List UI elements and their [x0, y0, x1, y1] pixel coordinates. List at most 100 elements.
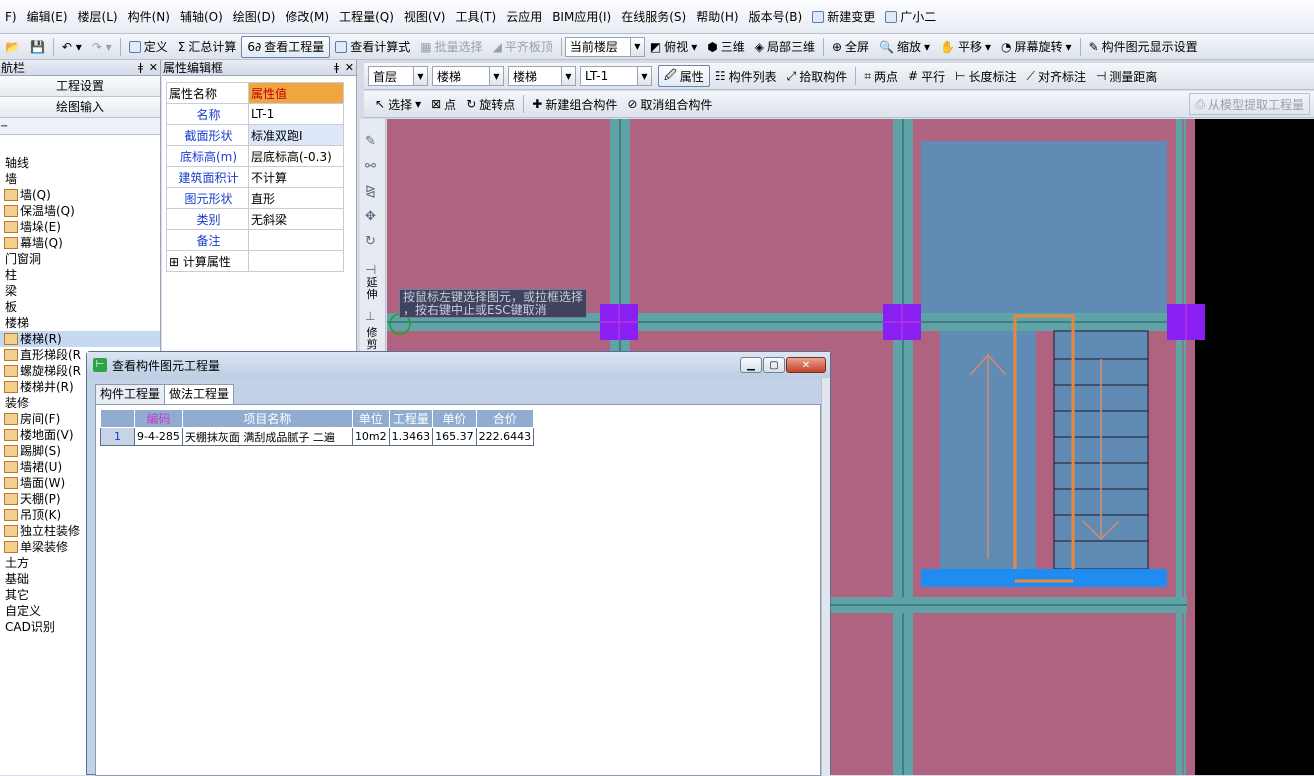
menu-item[interactable]: 广小二 [880, 0, 941, 34]
batch-select-button[interactable]: ▦ 批量选择 [415, 36, 487, 58]
column-header[interactable]: 编码 [134, 409, 183, 428]
property-row[interactable]: 名称 LT-1 [166, 103, 344, 125]
column-header[interactable]: 项目名称 [181, 409, 353, 428]
column-header[interactable]: 单位 [351, 409, 390, 428]
menu-item[interactable]: 新建变更 [807, 0, 880, 34]
dialog-scrollbar[interactable] [821, 378, 830, 776]
menu-item[interactable]: 帮助(H) [691, 0, 743, 34]
dialog-tab[interactable]: 做法工程量 [164, 384, 235, 405]
tree-item[interactable]: 门窗洞 [0, 251, 160, 267]
brush-icon[interactable]: ✎ [365, 129, 376, 154]
drawing-input-button[interactable]: 绘图输入 [0, 97, 160, 118]
property-row[interactable]: 建筑面积计 不计算 [166, 166, 344, 188]
menu-item[interactable]: 编辑(E) [22, 0, 73, 34]
pin-icon[interactable]: ǂ [138, 60, 143, 75]
three-d-button[interactable]: ⬢ 三维 [702, 36, 750, 58]
component-dropdown[interactable]: LT-1 ▼ [580, 66, 652, 86]
close-button[interactable]: ✕ [786, 357, 826, 373]
fullscreen-button[interactable]: ⊕ 全屏 [827, 36, 874, 58]
property-button[interactable]: 🖉 属性 [658, 65, 710, 87]
tree-item[interactable]: 墙垛(E) [0, 219, 160, 235]
extend-label[interactable]: 延伸 [365, 277, 379, 301]
expand-icon[interactable]: ⊞ [169, 255, 183, 269]
mirror-icon[interactable]: ⧎ [365, 179, 376, 204]
close-icon[interactable]: ✕ [149, 60, 158, 75]
tree-item[interactable]: 墙(Q) [0, 187, 160, 203]
menu-item[interactable]: 版本号(B) [744, 0, 808, 34]
tree-item[interactable]: 楼梯(R) [0, 331, 160, 347]
open-icon[interactable]: 📂 [0, 36, 25, 58]
pick-component-button[interactable]: ⤢ 拾取构件 [782, 65, 853, 87]
summary-button[interactable]: Σ 汇总计算 [173, 36, 242, 58]
tree-item[interactable]: 轴线 [0, 155, 160, 171]
property-row[interactable]: 备注 [166, 229, 344, 251]
property-value[interactable] [248, 250, 344, 272]
copy-icon[interactable]: ⚯ [365, 154, 376, 179]
project-settings-button[interactable]: 工程设置 [0, 76, 160, 97]
table-row[interactable]: 1 9-4-285 天棚抹灰面 满刮成品腻子 二遍 10m2 1.3463 165.37 2… [100, 427, 535, 446]
top-view-button[interactable]: ◩ 俯视 ▾ [645, 36, 702, 58]
collapse-icon[interactable]: − [0, 121, 8, 132]
menu-item[interactable]: 工程量(Q) [334, 0, 399, 34]
rotate-screen-button[interactable]: ◔ 屏幕旋转 ▾ [996, 36, 1077, 58]
align-dim-button[interactable]: ⟋ 对齐标注 [1022, 65, 1091, 87]
pan-button[interactable]: ✋ 平移 ▾ [935, 36, 996, 58]
new-group-button[interactable]: ✚ 新建组合构件 [527, 93, 622, 115]
menu-item[interactable]: 工具(T) [450, 0, 501, 34]
cancel-group-button[interactable]: ⊘ 取消组合构件 [622, 93, 717, 115]
tree-item[interactable]: 幕墙(Q) [0, 235, 160, 251]
property-value[interactable]: 不计算 [248, 166, 344, 188]
close-icon[interactable]: ✕ [345, 60, 354, 75]
category-dropdown[interactable]: 楼梯 ▼ [432, 66, 504, 86]
pin-icon[interactable]: ǂ [334, 60, 339, 75]
undo-button[interactable]: ↶ ▾ [57, 36, 87, 58]
menu-item[interactable]: F) [0, 0, 22, 34]
select-button[interactable]: ↖ 选择 ▾ [370, 93, 426, 115]
parallel-button[interactable]: # 平行 [903, 65, 950, 87]
align-slab-button[interactable]: ◢ 平齐板顶 [488, 36, 558, 58]
property-row[interactable]: 截面形状 标准双跑I [166, 124, 344, 146]
menu-item[interactable]: 构件(N) [123, 0, 175, 34]
point-button[interactable]: ⊠ 点 [426, 93, 461, 115]
property-value[interactable]: 直形 [248, 187, 344, 209]
rotate-icon[interactable]: ↻ [365, 229, 376, 254]
floor-dropdown[interactable]: 首层 ▼ [368, 66, 428, 86]
property-row[interactable]: 类别 无斜梁 [166, 208, 344, 230]
column-header[interactable]: 合价 [475, 409, 535, 428]
menu-item[interactable]: 楼层(L) [73, 0, 123, 34]
tree-item[interactable]: 梁 [0, 283, 160, 299]
property-value[interactable]: 层底标高(-0.3) [248, 145, 344, 167]
column-header[interactable]: 工程量 [388, 409, 434, 428]
dialog-tab[interactable]: 构件工程量 [95, 384, 166, 404]
redo-button[interactable]: ↷ ▾ [87, 36, 117, 58]
measure-button[interactable]: ⊣ 测量距离 [1091, 65, 1162, 87]
menu-item[interactable]: 绘图(D) [228, 0, 281, 34]
display-settings-button[interactable]: ✎ 构件图元显示设置 [1084, 36, 1203, 58]
property-value[interactable] [248, 229, 344, 251]
property-row[interactable]: 底标高(m) 层底标高(-0.3) [166, 145, 344, 167]
property-row[interactable]: 图元形状 直形 [166, 187, 344, 209]
floor-select[interactable]: 当前楼层 ▼ [564, 36, 645, 57]
component-list-button[interactable]: ☷ 构件列表 [710, 65, 782, 87]
length-dim-button[interactable]: ⊢ 长度标注 [950, 65, 1021, 87]
property-value[interactable]: 无斜梁 [248, 208, 344, 230]
menu-item[interactable]: BIM应用(I) [547, 0, 616, 34]
local-3d-button[interactable]: ◈ 局部三维 [750, 36, 820, 58]
tree-item[interactable]: 保温墙(Q) [0, 203, 160, 219]
minimize-button[interactable]: ▁ [740, 357, 762, 373]
property-value[interactable]: 标准双跑I [248, 124, 344, 146]
type-dropdown[interactable]: 楼梯 ▼ [508, 66, 576, 86]
zoom-button[interactable]: 🔍 缩放 ▾ [874, 36, 935, 58]
rotate-point-button[interactable]: ↻ 旋转点 [461, 93, 520, 115]
menu-item[interactable]: 修改(M) [280, 0, 334, 34]
tree-item[interactable]: 柱 [0, 267, 160, 283]
view-quantity-button[interactable]: 6∂ 查看工程量 [241, 35, 331, 58]
trim-icon[interactable]: ⊥ [365, 309, 375, 323]
trim-label[interactable]: 修剪 [365, 327, 379, 351]
view-formula-button[interactable]: 查看计算式 [330, 36, 415, 58]
tree-item[interactable]: 楼梯 [0, 315, 160, 331]
property-value[interactable]: LT-1 [248, 103, 344, 125]
move-icon[interactable]: ✥ [365, 204, 376, 229]
menu-item[interactable]: 辅轴(O) [175, 0, 228, 34]
column-header[interactable]: 单价 [432, 409, 477, 428]
